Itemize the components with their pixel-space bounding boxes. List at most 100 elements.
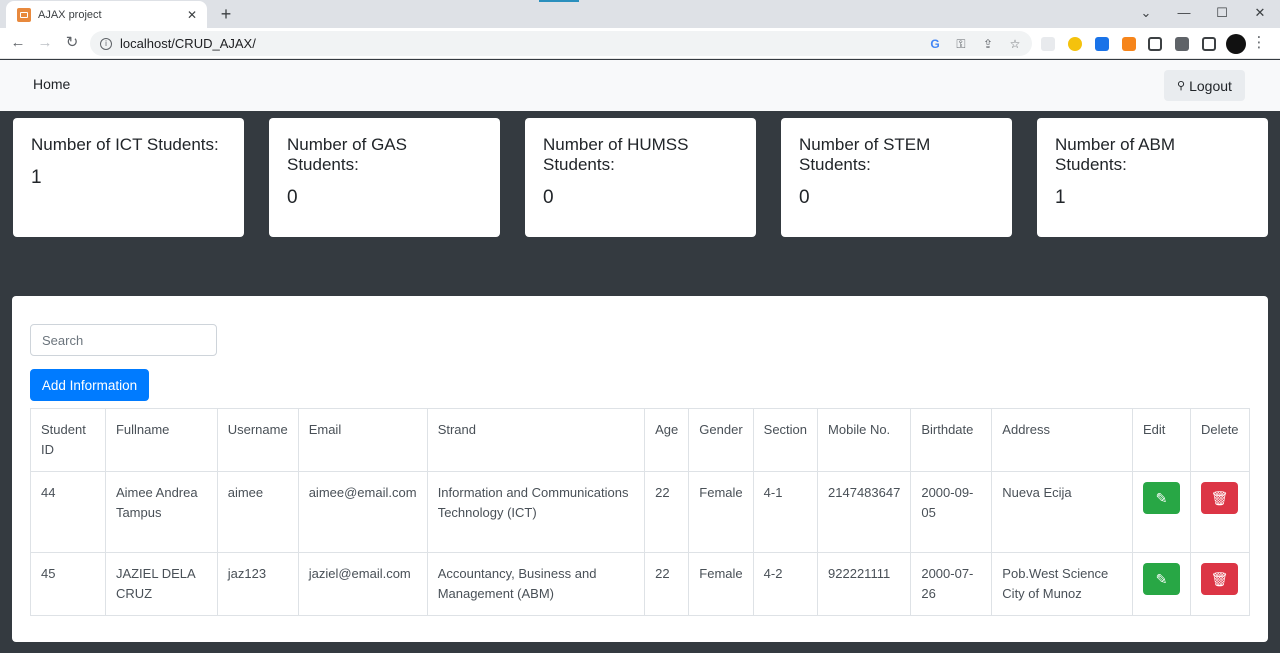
cell-address: Pob.West Science City of Munoz	[991, 552, 1133, 616]
card-title: Number of ABM Students:	[1055, 135, 1175, 174]
col-delete: Delete	[1189, 408, 1251, 472]
tabstrip-accent	[539, 0, 579, 2]
cell-strand: Information and Communications Technolog…	[426, 471, 646, 553]
cell-strand: Accountancy, Business and Management (AB…	[426, 552, 646, 616]
col-age: Age	[644, 408, 690, 472]
reload-icon[interactable]: ↻	[63, 34, 81, 52]
col-student-id: Student ID	[30, 408, 106, 472]
card-value: 0	[543, 187, 554, 208]
tab-close-icon[interactable]: ✕	[185, 8, 199, 22]
stat-card-humss: Number of HUMSS Students: 0	[525, 118, 756, 237]
edit-icon[interactable]: ✎	[1142, 482, 1180, 514]
stat-card-abm: Number of ABM Students: 1	[1037, 118, 1268, 237]
trash-icon[interactable]: 🗑	[1200, 563, 1238, 595]
cell-birthdate: 2000-07-26	[910, 552, 993, 616]
extension-icon[interactable]	[1068, 37, 1082, 51]
table-row: 44 Aimee Andrea Tampus aimee aimee@email…	[30, 471, 1251, 553]
cell-student-id: 44	[30, 471, 106, 553]
table-row: 45 JAZIEL DELA CRUZ jaz123 jaziel@email.…	[30, 552, 1251, 616]
cell-fullname: JAZIEL DELA CRUZ	[104, 552, 218, 616]
cell-address: Nueva Ecija	[991, 471, 1133, 553]
stat-card-gas: Number of GAS Students: 0	[269, 118, 500, 237]
key-icon[interactable]: ⚿	[954, 37, 968, 51]
favicon-icon	[17, 7, 31, 22]
forward-icon[interactable]: →	[36, 34, 54, 52]
cell-fullname: Aimee Andrea Tampus	[104, 471, 218, 553]
address-bar[interactable]: i localhost/CRUD_AJAX/ G ⚿ ⇪ ☆	[90, 31, 1032, 56]
col-edit: Edit	[1131, 408, 1191, 472]
share-icon[interactable]: ⇪	[981, 37, 995, 51]
cell-username: jaz123	[216, 552, 299, 616]
google-translate-icon[interactable]: G	[928, 37, 942, 51]
col-strand: Strand	[426, 408, 646, 472]
col-section: Section	[752, 408, 819, 472]
cell-age: 22	[644, 552, 690, 616]
more-menu-icon[interactable]: ⋮	[1250, 34, 1268, 52]
search-input[interactable]	[30, 324, 217, 356]
cell-username: aimee	[216, 471, 299, 553]
cell-email: aimee@email.com	[297, 471, 428, 553]
logout-button[interactable]: ⚲ Logout	[1164, 70, 1245, 101]
home-link[interactable]: Home	[33, 76, 70, 92]
students-table: Student ID Fullname Username Email Stran…	[30, 408, 1251, 616]
site-info-icon[interactable]: i	[100, 37, 112, 50]
col-fullname: Fullname	[104, 408, 218, 472]
col-email: Email	[297, 408, 428, 472]
cell-email: jaziel@email.com	[297, 552, 428, 616]
col-birthdate: Birthdate	[910, 408, 993, 472]
cell-birthdate: 2000-09-05	[910, 471, 993, 553]
logout-label: Logout	[1189, 77, 1232, 94]
cell-delete: 🗑	[1189, 471, 1251, 553]
add-information-button[interactable]: Add Information	[30, 369, 149, 401]
col-address: Address	[991, 408, 1133, 472]
cell-edit: ✎	[1131, 471, 1191, 553]
stat-card-ict: Number of ICT Students: 1	[13, 118, 244, 237]
cell-gender: Female	[688, 471, 754, 553]
cell-mobile: 2147483647	[817, 471, 912, 553]
cell-section: 4-2	[752, 552, 819, 616]
trash-icon[interactable]: 🗑	[1200, 482, 1238, 514]
puzzle-icon[interactable]	[1175, 37, 1189, 51]
table-header-row: Student ID Fullname Username Email Stran…	[30, 408, 1251, 472]
cell-edit: ✎	[1131, 552, 1191, 616]
cell-section: 4-1	[752, 471, 819, 553]
col-username: Username	[216, 408, 299, 472]
browser-tabstrip: AJAX project ✕ + ⌄ — ☐ ✕	[0, 0, 1280, 28]
students-panel: Add Information Student ID Fullname User…	[12, 296, 1268, 642]
address-url[interactable]: localhost/CRUD_AJAX/	[120, 36, 256, 51]
app-navbar: Home ⚲ Logout	[0, 60, 1280, 111]
profile-avatar[interactable]	[1226, 34, 1246, 54]
extension-icon[interactable]	[1095, 37, 1109, 51]
minimize-button[interactable]: —	[1175, 4, 1193, 22]
browser-toolbar: ← → ↻ i localhost/CRUD_AJAX/ G ⚿ ⇪ ☆ ⋮	[0, 28, 1280, 59]
extension-icon[interactable]	[1041, 37, 1055, 51]
maximize-button[interactable]: ☐	[1213, 4, 1231, 22]
extension-icon[interactable]	[1148, 37, 1162, 51]
card-title: Number of ICT Students:	[31, 135, 219, 154]
col-gender: Gender	[688, 408, 754, 472]
cell-delete: 🗑	[1189, 552, 1251, 616]
card-value: 1	[1055, 187, 1066, 208]
card-title: Number of STEM Students:	[799, 135, 931, 174]
cell-student-id: 45	[30, 552, 106, 616]
card-value: 0	[287, 187, 298, 208]
edit-icon[interactable]: ✎	[1142, 563, 1180, 595]
cell-mobile: 922221111	[817, 552, 912, 616]
metamask-icon[interactable]	[1122, 37, 1136, 51]
cell-age: 22	[644, 471, 690, 553]
cell-gender: Female	[688, 552, 754, 616]
browser-tab[interactable]: AJAX project ✕	[6, 1, 207, 28]
card-title: Number of GAS Students:	[287, 135, 407, 174]
new-tab-button[interactable]: +	[216, 4, 236, 24]
card-value: 1	[31, 167, 42, 188]
person-icon: ⚲	[1177, 80, 1186, 92]
bookmark-star-icon[interactable]: ☆	[1008, 37, 1022, 51]
stat-card-stem: Number of STEM Students: 0	[781, 118, 1012, 237]
close-window-button[interactable]: ✕	[1251, 4, 1269, 22]
back-icon[interactable]: ←	[9, 34, 27, 52]
col-mobile: Mobile No.	[817, 408, 912, 472]
tab-title: AJAX project	[38, 8, 102, 21]
tab-search-icon[interactable]: ⌄	[1137, 4, 1155, 22]
card-value: 0	[799, 187, 810, 208]
side-panel-icon[interactable]	[1202, 37, 1216, 51]
